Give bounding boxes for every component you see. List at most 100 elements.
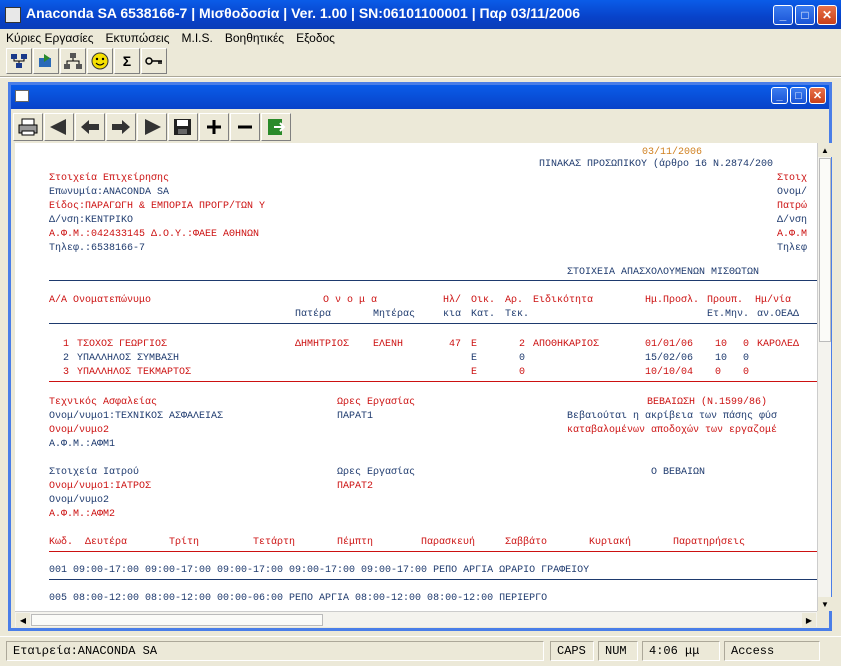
divider [49, 280, 817, 281]
previous-page-icon[interactable] [75, 113, 105, 141]
doctor-name2: Ονομ/νυμο2 [49, 495, 110, 506]
scroll-up-icon[interactable]: ▲ [818, 143, 832, 157]
col-header-aa: Α/Α Ονοματεπώνυμο [49, 295, 152, 306]
menu-bar: Κύριες Εργασίες Εκτυπώσεις M.I.S. Βοηθητ… [0, 29, 841, 47]
divider [49, 381, 817, 382]
sigma-icon[interactable]: Σ [114, 48, 140, 74]
smiley-icon[interactable] [87, 48, 113, 74]
menu-mis[interactable]: M.I.S. [182, 31, 213, 45]
transfer-icon[interactable] [33, 48, 59, 74]
certification-line1: Βεβαιούται η ακρίβεια των πάσης φύσ [567, 411, 778, 422]
horizontal-scroll-thumb[interactable] [31, 614, 323, 626]
app-icon[interactable] [5, 7, 21, 23]
menu-prints[interactable]: Εκτυπώσεις [106, 31, 170, 45]
save-icon[interactable] [168, 113, 198, 141]
company-address: Δ/νση:ΚΕΝΤΡΙΚΟ [49, 215, 134, 226]
employee-hire-date: 01/01/06 [645, 339, 694, 350]
status-bar: Εταιρεία:ANACONDA SA CAPS NUM 4:06 μμ Ac… [0, 636, 841, 666]
report-window: _ □ ✕ 03/11/2006 ΠΙΝΑΚΑΣ ΠΡΟΣΩΠΙΚΟΥ (άρθ… [8, 82, 832, 631]
key-icon[interactable] [141, 48, 167, 74]
next-page-icon[interactable] [106, 113, 136, 141]
zoom-in-icon[interactable] [199, 113, 229, 141]
report-maximize-button[interactable]: □ [790, 87, 807, 104]
col-header-kia: κια [443, 309, 462, 320]
scroll-left-icon[interactable]: ◀ [16, 613, 30, 627]
report-date: 03/11/2006 [642, 147, 703, 158]
col-header-etmin: Ετ.Μην. [707, 309, 750, 320]
scroll-right-icon[interactable]: ▶ [802, 613, 816, 627]
window-title: Anaconda SA 6538166-7 | Μισθοδοσία | Ver… [26, 5, 581, 21]
horizontal-scrollbar[interactable]: ◀ ▶ [15, 611, 817, 627]
employee-age: 47 [449, 339, 462, 350]
first-page-icon[interactable] [44, 113, 74, 141]
schedule-row: 001 09:00-17:00 09:00-17:00 09:00-17:00 … [49, 565, 590, 576]
last-page-icon[interactable] [137, 113, 167, 141]
tech-name2: Ονομ/νυμο2 [49, 425, 110, 436]
report-window-icon[interactable] [15, 90, 29, 102]
vertical-scroll-thumb[interactable] [819, 158, 831, 342]
employees-heading: ΣΤΟΙΧΕΙΑ ΑΠΑΣΧΟΛΟΥΜΕΝΩΝ ΜΙΣΘΩΤΩΝ [567, 267, 760, 278]
col-header-oik: Οικ. [471, 295, 496, 306]
employee-years: 10 [715, 353, 728, 364]
employee-father: ΔΗΜΗΤΡΙΟΣ [295, 339, 350, 350]
employee-no: 2 [63, 353, 70, 364]
employee-kids: 0 [519, 367, 526, 378]
minimize-button[interactable]: _ [773, 5, 793, 25]
tech-name1: Ονομ/νυμο1:ΤΕΧΝΙΚΟΣ ΑΣΦΑΛΕΙΑΣ [49, 411, 224, 422]
col-header-an: αν.ΟΕΑΔ [757, 309, 800, 320]
schedule-header-sunday: Κυριακή [589, 537, 632, 548]
employee-hire-date: 10/10/04 [645, 367, 694, 378]
employee-months: 0 [743, 367, 750, 378]
col-header-father: Πατέρα [295, 309, 332, 320]
company-name: Επωνυμία:ANACONDA SA [49, 187, 170, 198]
right-cut-4: Α.Φ.Μ [777, 229, 808, 240]
menu-exit[interactable]: Εξοδος [296, 31, 335, 45]
employee-mother: ΕΛΕΝΗ [373, 339, 404, 350]
right-cut-1: Ονομ/ [777, 187, 808, 198]
network-icon[interactable] [60, 48, 86, 74]
maximize-button[interactable]: □ [795, 5, 815, 25]
employee-years: 10 [715, 339, 728, 350]
status-database: Access [724, 641, 820, 661]
status-caps: CAPS [550, 641, 594, 661]
toolbar-separator [0, 76, 841, 78]
employee-category: Ε [471, 353, 478, 364]
menu-auxiliary[interactable]: Βοηθητικές [225, 31, 284, 45]
company-type: Είδος:ΠΑΡΑΓΩΓΗ & ΕΜΠΟΡΙΑ ΠΡΟΓΡ/ΤΩΝ Υ [49, 201, 266, 212]
divider [49, 323, 817, 324]
menu-main-tasks[interactable]: Κύριες Εργασίες [6, 31, 94, 45]
report-close-button[interactable]: ✕ [809, 87, 826, 104]
scroll-down-icon[interactable]: ▼ [818, 597, 832, 611]
status-time: 4:06 μμ [642, 641, 720, 661]
exit-icon[interactable] [261, 113, 291, 141]
doctor-name1: Ονομ/νυμο1:ΙΑΤΡΟΣ [49, 481, 152, 492]
employee-hire-date: 15/02/06 [645, 353, 694, 364]
right-cut-2: Πατρώ [777, 201, 808, 212]
signer-label: Ο ΒΕΒΑΙΩΝ [651, 467, 706, 478]
right-cut-3: Δ/νση [777, 215, 808, 226]
org-chart-icon[interactable] [6, 48, 32, 74]
employee-name: ΤΣΟΧΟΣ ΓΕΩΡΓΙΟΣ [77, 339, 168, 350]
schedule-header-thursday: Πέμπτη [337, 537, 374, 548]
close-button[interactable]: ✕ [817, 5, 837, 25]
employee-no: 3 [63, 367, 70, 378]
schedule-header-monday: Δευτέρα [85, 537, 128, 548]
employee-kids: 2 [519, 339, 526, 350]
right-cut-0: Στοιχ [777, 173, 808, 184]
tech-hours-value: ΠΑΡΑΤ1 [337, 411, 374, 422]
report-minimize-button[interactable]: _ [771, 87, 788, 104]
status-num: NUM [598, 641, 638, 661]
employee-no: 1 [63, 339, 70, 350]
company-section-title: Στοιχεία Επιχείρησης [49, 173, 170, 184]
zoom-out-icon[interactable] [230, 113, 260, 141]
col-header-ar: Αρ. [505, 295, 524, 306]
vertical-scrollbar[interactable]: ▲ ▼ [817, 143, 832, 611]
company-phone: Τηλεφ.:6538166-7 [49, 243, 146, 254]
employee-kids: 0 [519, 353, 526, 364]
doctor-section-title: Στοιχεία Ιατρού [49, 467, 140, 478]
schedule-header-code: Κωδ. [49, 537, 74, 548]
doctor-hours-label: Ωρες Εργασίας [337, 467, 416, 478]
main-toolbar: Σ [6, 48, 167, 74]
tech-tax-id: Α.Φ.Μ.:ΑΦΜ1 [49, 439, 116, 450]
printer-icon[interactable] [13, 113, 43, 141]
